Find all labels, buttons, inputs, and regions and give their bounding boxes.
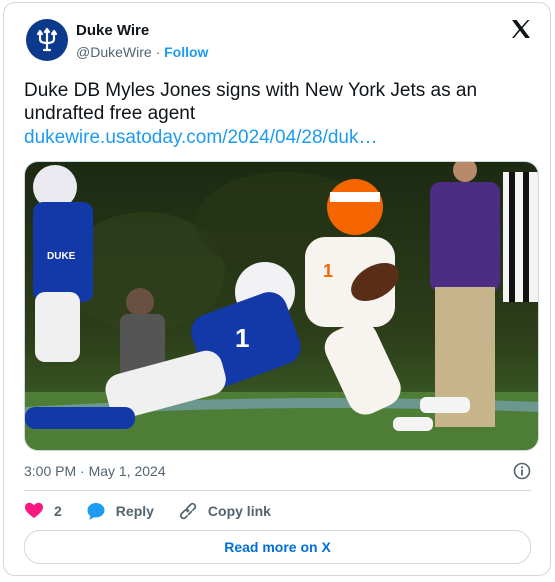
reply-button[interactable]: Reply xyxy=(86,501,154,521)
svg-text:1: 1 xyxy=(323,261,333,281)
action-bar: 2 Reply Copy link xyxy=(24,501,295,521)
reply-label: Reply xyxy=(115,503,154,519)
x-logo-icon[interactable] xyxy=(509,17,533,41)
handle-row: @DukeWire · Follow xyxy=(76,44,208,60)
svg-text:1: 1 xyxy=(235,323,249,353)
author-name[interactable]: Duke Wire xyxy=(76,22,149,39)
copy-link-button[interactable]: Copy link xyxy=(178,501,271,521)
tweet-link[interactable]: dukewire.usatoday.com/2024/04/28/duk… xyxy=(24,127,377,149)
svg-text:DUKE: DUKE xyxy=(47,251,76,262)
avatar[interactable] xyxy=(26,19,68,61)
read-more-button[interactable]: Read more on X xyxy=(24,530,531,564)
author-handle[interactable]: @DukeWire xyxy=(76,44,152,60)
copy-link-label: Copy link xyxy=(207,503,271,519)
like-count: 2 xyxy=(54,503,62,519)
tweet-card: Duke Wire @DukeWire · Follow Duke DB Myl… xyxy=(3,2,551,576)
like-button[interactable]: 2 xyxy=(24,501,62,521)
reply-bubble-icon xyxy=(87,503,105,520)
duke-trident-icon xyxy=(36,27,58,52)
info-icon[interactable] xyxy=(513,462,531,480)
heart-icon xyxy=(25,502,43,518)
follow-button[interactable]: Follow xyxy=(164,44,208,60)
link-icon xyxy=(179,502,197,520)
football-photo-illustration: DUKE 1 1 xyxy=(25,162,538,450)
tweet-timestamp[interactable]: 3:00 PM · May 1, 2024 xyxy=(24,463,166,479)
tweet-text: Duke DB Myles Jones signs with New York … xyxy=(24,80,478,124)
tweet-photo[interactable]: DUKE 1 1 xyxy=(24,161,539,451)
divider xyxy=(24,490,531,491)
separator: · xyxy=(155,44,161,60)
